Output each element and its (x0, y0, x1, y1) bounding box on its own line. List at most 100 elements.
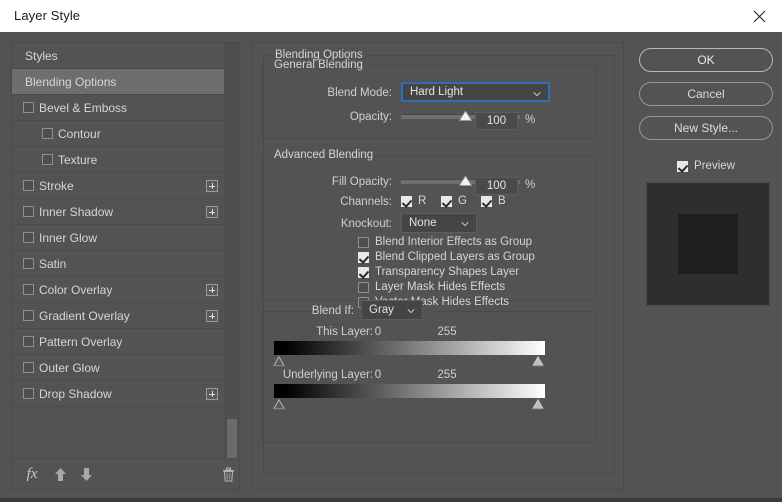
blend-mode-select[interactable]: Hard Light (401, 82, 550, 102)
blending-options-panel: Blending Options General Blending Blend … (252, 42, 624, 490)
effect-enable-checkbox[interactable] (42, 128, 53, 139)
styles-list-item-bevel-emboss[interactable]: Bevel & Emboss (12, 95, 224, 121)
add-effect-icon[interactable] (206, 180, 218, 192)
styles-list-item-texture[interactable]: Texture (12, 147, 224, 173)
styles-list-item-label: Gradient Overlay (39, 308, 130, 323)
close-button[interactable] (736, 0, 782, 32)
effect-enable-checkbox[interactable] (23, 258, 34, 269)
fill-opacity-input[interactable]: 100 (475, 177, 518, 195)
underlying-layer-gradient-bar[interactable] (274, 384, 545, 398)
dialog-actions-panel: OK Cancel New Style... Preview (636, 42, 776, 490)
this-layer-gradient-bar[interactable] (274, 341, 545, 355)
channels-label: Channels: (340, 196, 392, 208)
slider-triangle-icon (272, 397, 286, 410)
styles-list-item-label: Blending Options (25, 74, 117, 89)
styles-list-item-outer-glow[interactable]: Outer Glow (12, 355, 224, 381)
styles-list-item-label: Styles (25, 48, 58, 63)
styles-list-item-stroke[interactable]: Stroke (12, 173, 224, 199)
styles-list-item-inner-glow[interactable]: Inner Glow (12, 225, 224, 251)
effect-enable-checkbox[interactable] (23, 232, 34, 243)
add-effect-icon[interactable] (206, 284, 218, 296)
styles-list-item-satin[interactable]: Satin (12, 251, 224, 277)
general-blending-group-label: General Blending (274, 59, 363, 71)
blend-if-channel-value: Gray (369, 304, 394, 316)
cancel-button[interactable]: Cancel (639, 82, 773, 106)
checkbox-layer-mask-hides-effects[interactable] (358, 281, 369, 293)
styles-list-item-pattern-overlay[interactable]: Pattern Overlay (12, 329, 224, 355)
styles-list-item-label: Inner Shadow (39, 204, 114, 219)
checkbox-transparency-shapes-layer[interactable] (358, 266, 369, 278)
title-bar: Layer Style (0, 0, 782, 32)
fill-opacity-slider-handle[interactable] (458, 174, 473, 186)
toggle-transparency-shapes-layer[interactable]: Transparency Shapes Layer (358, 266, 519, 278)
slider-triangle-icon (458, 110, 473, 121)
ok-button[interactable]: OK (639, 48, 773, 72)
channel-b-label: B (498, 195, 506, 207)
preview-toggle[interactable]: Preview (639, 157, 773, 175)
effect-enable-checkbox[interactable] (23, 310, 34, 321)
styles-list-item-contour[interactable]: Contour (12, 121, 224, 147)
underlying-layer-white-slider[interactable] (531, 397, 545, 410)
styles-panel: Styles Blending Options Bevel & Emboss Cont… (11, 42, 240, 490)
styles-list-item-label: Pattern Overlay (39, 334, 123, 349)
styles-toolbar: fx (12, 458, 239, 489)
effect-enable-checkbox[interactable] (23, 180, 34, 191)
styles-list[interactable]: Styles Blending Options Bevel & Emboss Cont… (12, 43, 239, 460)
channel-g-toggle[interactable]: G (441, 195, 467, 207)
channel-r-toggle[interactable]: R (401, 195, 426, 207)
styles-list-item-blending-options[interactable]: Blending Options (12, 69, 224, 95)
styles-list-item-drop-shadow[interactable]: Drop Shadow (12, 381, 224, 407)
label-blend-clipped-layers-as-group: Blend Clipped Layers as Group (375, 251, 535, 263)
opacity-slider-handle[interactable] (458, 109, 473, 121)
channel-b-toggle[interactable]: B (481, 195, 506, 207)
add-effect-icon[interactable] (206, 388, 218, 400)
label-transparency-shapes-layer: Transparency Shapes Layer (375, 266, 520, 278)
this-layer-label: This Layer: (316, 326, 373, 338)
arrow-down-icon (80, 467, 92, 481)
this-layer-white-slider[interactable] (531, 354, 545, 367)
styles-list-item-gradient-overlay[interactable]: Gradient Overlay (12, 303, 224, 329)
chevron-down-icon (407, 309, 415, 314)
knockout-select[interactable]: None (401, 213, 477, 233)
styles-list-item-label: Outer Glow (39, 360, 100, 375)
effect-enable-checkbox[interactable] (23, 388, 34, 399)
effect-enable-checkbox[interactable] (23, 362, 34, 373)
underlying-layer-black-slider[interactable] (272, 397, 286, 410)
styles-list-item-inner-shadow[interactable]: Inner Shadow (12, 199, 224, 225)
fx-icon[interactable]: fx (22, 464, 42, 484)
opacity-input[interactable]: 100 (475, 112, 518, 130)
dialog-body: Styles Blending Options Bevel & Emboss Cont… (0, 32, 782, 498)
this-layer-black-slider[interactable] (272, 354, 286, 367)
channel-b-checkbox[interactable] (481, 195, 492, 207)
channel-r-checkbox[interactable] (401, 195, 412, 207)
checkbox-blend-clipped-layers-as-group[interactable] (358, 251, 369, 263)
new-style-button[interactable]: New Style... (639, 116, 773, 140)
effect-enable-checkbox[interactable] (23, 102, 34, 113)
effect-enable-checkbox[interactable] (42, 154, 53, 165)
preview-thumbnail (646, 182, 770, 306)
effect-enable-checkbox[interactable] (23, 206, 34, 217)
blend-if-channel-select[interactable]: Gray (361, 300, 423, 320)
move-down-button[interactable] (76, 464, 96, 484)
styles-list-scrollbar-track[interactable] (225, 43, 240, 460)
styles-list-item-label: Texture (58, 152, 98, 167)
checkbox-blend-interior-effects-as-group[interactable] (358, 236, 369, 248)
add-effect-icon[interactable] (206, 206, 218, 218)
add-effect-icon[interactable] (206, 310, 218, 322)
delete-button[interactable] (218, 464, 238, 484)
toggle-layer-mask-hides-effects[interactable]: Layer Mask Hides Effects (358, 281, 505, 293)
blend-if-label: Blend If: (311, 305, 354, 317)
label-layer-mask-hides-effects: Layer Mask Hides Effects (375, 281, 506, 293)
channel-g-checkbox[interactable] (441, 195, 452, 207)
move-up-button[interactable] (50, 464, 70, 484)
toggle-blend-interior-effects-as-group[interactable]: Blend Interior Effects as Group (358, 236, 532, 248)
blend-mode-label: Blend Mode: (327, 87, 392, 99)
styles-list-item-color-overlay[interactable]: Color Overlay (12, 277, 224, 303)
styles-list-item-styles[interactable]: Styles (12, 43, 224, 69)
preview-checkbox[interactable] (677, 160, 689, 172)
close-icon (753, 10, 765, 22)
effect-enable-checkbox[interactable] (23, 284, 34, 295)
toggle-blend-clipped-layers-as-group[interactable]: Blend Clipped Layers as Group (358, 251, 535, 263)
styles-list-scrollbar-thumb[interactable] (227, 419, 237, 459)
effect-enable-checkbox[interactable] (23, 336, 34, 347)
